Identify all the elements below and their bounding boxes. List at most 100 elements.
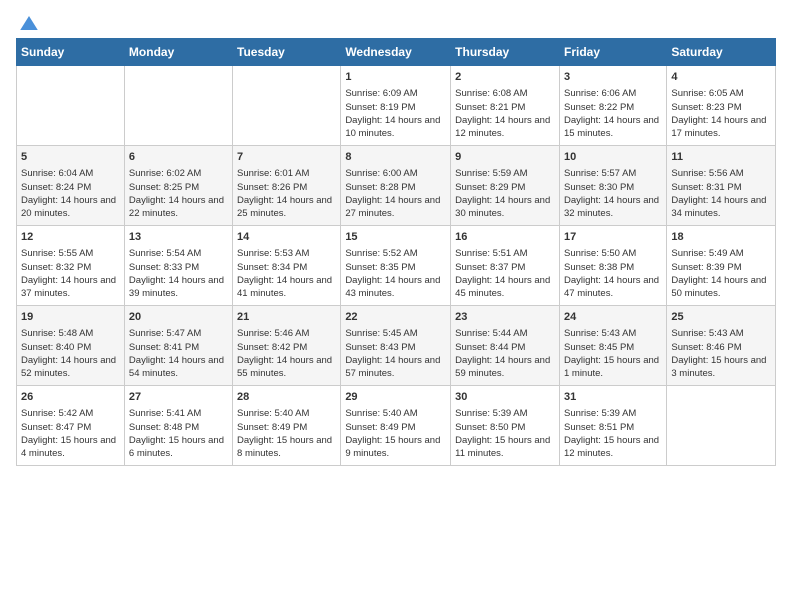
calendar-day-header: Monday <box>124 39 232 66</box>
day-info: Sunset: 8:21 PM <box>455 101 555 114</box>
day-info: Sunset: 8:50 PM <box>455 421 555 434</box>
day-info: Sunset: 8:19 PM <box>345 101 446 114</box>
day-info: Sunset: 8:48 PM <box>129 421 228 434</box>
calendar-day-cell: 9Sunrise: 5:59 AMSunset: 8:29 PMDaylight… <box>451 146 560 226</box>
day-number: 20 <box>129 310 228 325</box>
calendar-day-cell: 28Sunrise: 5:40 AMSunset: 8:49 PMDayligh… <box>233 386 341 466</box>
day-info: Sunset: 8:26 PM <box>237 181 336 194</box>
day-info: Sunset: 8:35 PM <box>345 261 446 274</box>
day-info: Daylight: 14 hours and 15 minutes. <box>564 114 662 141</box>
calendar-table: SundayMondayTuesdayWednesdayThursdayFrid… <box>16 38 776 466</box>
day-info: Sunset: 8:22 PM <box>564 101 662 114</box>
day-info: Sunset: 8:51 PM <box>564 421 662 434</box>
day-info: Sunrise: 5:51 AM <box>455 247 555 260</box>
day-number: 14 <box>237 230 336 245</box>
day-info: Sunset: 8:43 PM <box>345 341 446 354</box>
calendar-day-cell: 24Sunrise: 5:43 AMSunset: 8:45 PMDayligh… <box>559 306 666 386</box>
day-number: 27 <box>129 390 228 405</box>
day-info: Daylight: 14 hours and 32 minutes. <box>564 194 662 221</box>
day-info: Sunrise: 5:59 AM <box>455 167 555 180</box>
calendar-day-cell: 8Sunrise: 6:00 AMSunset: 8:28 PMDaylight… <box>341 146 451 226</box>
calendar-day-cell: 10Sunrise: 5:57 AMSunset: 8:30 PMDayligh… <box>559 146 666 226</box>
day-info: Sunrise: 5:43 AM <box>564 327 662 340</box>
day-info: Sunrise: 5:43 AM <box>671 327 771 340</box>
day-info: Sunset: 8:25 PM <box>129 181 228 194</box>
day-info: Daylight: 14 hours and 34 minutes. <box>671 194 771 221</box>
calendar-day-cell: 20Sunrise: 5:47 AMSunset: 8:41 PMDayligh… <box>124 306 232 386</box>
day-info: Daylight: 14 hours and 37 minutes. <box>21 274 120 301</box>
day-info: Daylight: 14 hours and 47 minutes. <box>564 274 662 301</box>
calendar-day-header: Thursday <box>451 39 560 66</box>
day-info: Sunrise: 5:39 AM <box>564 407 662 420</box>
day-info: Sunrise: 5:55 AM <box>21 247 120 260</box>
day-number: 30 <box>455 390 555 405</box>
day-number: 21 <box>237 310 336 325</box>
day-info: Sunrise: 5:52 AM <box>345 247 446 260</box>
calendar-day-cell: 5Sunrise: 6:04 AMSunset: 8:24 PMDaylight… <box>17 146 125 226</box>
calendar-day-cell: 6Sunrise: 6:02 AMSunset: 8:25 PMDaylight… <box>124 146 232 226</box>
calendar-day-cell: 7Sunrise: 6:01 AMSunset: 8:26 PMDaylight… <box>233 146 341 226</box>
day-info: Sunset: 8:23 PM <box>671 101 771 114</box>
calendar-week-row: 5Sunrise: 6:04 AMSunset: 8:24 PMDaylight… <box>17 146 776 226</box>
day-info: Sunrise: 5:49 AM <box>671 247 771 260</box>
day-info: Sunset: 8:32 PM <box>21 261 120 274</box>
day-info: Sunrise: 6:05 AM <box>671 87 771 100</box>
calendar-day-header: Sunday <box>17 39 125 66</box>
day-info: Sunrise: 5:44 AM <box>455 327 555 340</box>
day-number: 12 <box>21 230 120 245</box>
calendar-day-cell: 13Sunrise: 5:54 AMSunset: 8:33 PMDayligh… <box>124 226 232 306</box>
day-info: Sunrise: 5:53 AM <box>237 247 336 260</box>
day-number: 4 <box>671 70 771 85</box>
day-number: 26 <box>21 390 120 405</box>
calendar-day-cell: 12 Sunrise: 5:55 AMSunset: 8:32 PMDayligh… <box>17 226 125 306</box>
day-info: Sunrise: 6:09 AM <box>345 87 446 100</box>
day-info: Daylight: 14 hours and 41 minutes. <box>237 274 336 301</box>
day-number: 2 <box>455 70 555 85</box>
logo-icon <box>20 16 38 30</box>
day-info: Daylight: 14 hours and 59 minutes. <box>455 354 555 381</box>
day-info: Daylight: 14 hours and 45 minutes. <box>455 274 555 301</box>
calendar-day-cell <box>233 66 341 146</box>
day-info: Sunrise: 6:02 AM <box>129 167 228 180</box>
day-info: Daylight: 15 hours and 6 minutes. <box>129 434 228 461</box>
day-number: 7 <box>237 150 336 165</box>
day-info: Daylight: 14 hours and 10 minutes. <box>345 114 446 141</box>
day-number: 24 <box>564 310 662 325</box>
day-info: Daylight: 14 hours and 30 minutes. <box>455 194 555 221</box>
day-info: Daylight: 15 hours and 12 minutes. <box>564 434 662 461</box>
calendar-day-cell: 31Sunrise: 5:39 AMSunset: 8:51 PMDayligh… <box>559 386 666 466</box>
calendar-day-cell: 29Sunrise: 5:40 AMSunset: 8:49 PMDayligh… <box>341 386 451 466</box>
day-info: Daylight: 15 hours and 4 minutes. <box>21 434 120 461</box>
calendar-day-header: Saturday <box>667 39 776 66</box>
day-info: Sunrise: 5:40 AM <box>345 407 446 420</box>
day-info: Sunset: 8:28 PM <box>345 181 446 194</box>
day-info: Sunset: 8:37 PM <box>455 261 555 274</box>
day-info: Daylight: 14 hours and 52 minutes. <box>21 354 120 381</box>
calendar-day-cell: 21Sunrise: 5:46 AMSunset: 8:42 PMDayligh… <box>233 306 341 386</box>
day-number: 17 <box>564 230 662 245</box>
calendar-day-cell: 2Sunrise: 6:08 AMSunset: 8:21 PMDaylight… <box>451 66 560 146</box>
day-info: Daylight: 14 hours and 22 minutes. <box>129 194 228 221</box>
day-info: Sunset: 8:40 PM <box>21 341 120 354</box>
calendar-day-cell: 11Sunrise: 5:56 AMSunset: 8:31 PMDayligh… <box>667 146 776 226</box>
day-number: 19 <box>21 310 120 325</box>
day-info: Daylight: 14 hours and 54 minutes. <box>129 354 228 381</box>
day-number: 8 <box>345 150 446 165</box>
day-info: Daylight: 14 hours and 50 minutes. <box>671 274 771 301</box>
day-info: Daylight: 15 hours and 11 minutes. <box>455 434 555 461</box>
day-number: 25 <box>671 310 771 325</box>
calendar-week-row: 19Sunrise: 5:48 AMSunset: 8:40 PMDayligh… <box>17 306 776 386</box>
day-number: 18 <box>671 230 771 245</box>
day-number: 13 <box>129 230 228 245</box>
day-info: Daylight: 15 hours and 1 minute. <box>564 354 662 381</box>
day-info: Sunrise: 5:47 AM <box>129 327 228 340</box>
day-info: Sunrise: 5:41 AM <box>129 407 228 420</box>
day-info: Sunset: 8:24 PM <box>21 181 120 194</box>
calendar-day-header: Wednesday <box>341 39 451 66</box>
calendar-day-cell: 18Sunrise: 5:49 AMSunset: 8:39 PMDayligh… <box>667 226 776 306</box>
day-info: Daylight: 14 hours and 57 minutes. <box>345 354 446 381</box>
calendar-week-row: 12Sunrise: 5:55 AMSunset: 8:32 PMDayligh… <box>17 226 776 306</box>
day-info: Sunrise: 6:00 AM <box>345 167 446 180</box>
calendar-day-header: Tuesday <box>233 39 341 66</box>
day-number: 28 <box>237 390 336 405</box>
